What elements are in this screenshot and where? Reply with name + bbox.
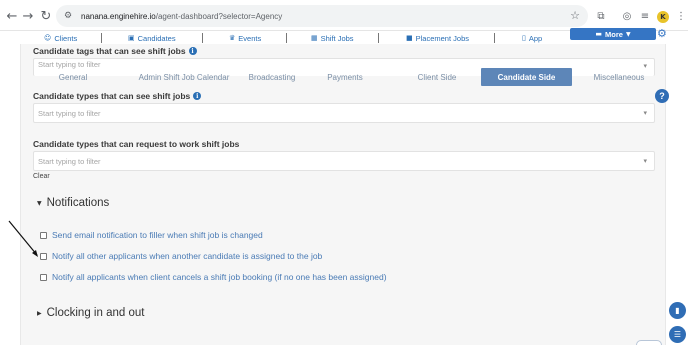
address-bar[interactable]: ⚙ nanana.enginehire.io/agent-dashboard?s… [56, 5, 588, 27]
nav-divider [286, 33, 287, 43]
tab-broadcasting[interactable]: Broadcasting [227, 68, 317, 86]
more-menu-button[interactable]: ▬ More ▼ [570, 28, 656, 40]
types-request-filter-input[interactable]: Start typing to filter ▾ [33, 151, 655, 171]
notify-other-applicants-label[interactable]: Notify all other applicants when another… [52, 251, 322, 261]
nav-divider [202, 33, 203, 43]
tab-miscellaneous[interactable]: Miscellaneous [585, 68, 653, 86]
clients-icon: ☺ [44, 34, 52, 42]
nav-label: Clients [54, 33, 78, 43]
notify-other-applicants-option[interactable]: Notify all other applicants when another… [40, 251, 322, 261]
nav-app[interactable]: ▯ App [522, 31, 542, 45]
types-see-section-label: Candidate types that can see shift jobs … [33, 91, 202, 101]
nav-divider [101, 33, 102, 43]
back-arrow-icon[interactable]: ← [4, 8, 20, 24]
types-request-section-label: Candidate types that can request to work… [33, 139, 239, 149]
clear-button[interactable]: Clear [33, 173, 50, 180]
reload-icon[interactable]: ↻ [38, 8, 54, 24]
nav-divider [494, 33, 495, 43]
nav-shift-jobs[interactable]: ▦ Shift Jobs [311, 31, 354, 45]
nav-divider [378, 33, 379, 43]
calendar-icon: ▦ [311, 34, 318, 42]
forward-arrow-icon[interactable]: → [20, 8, 36, 24]
nav-label: Events [238, 33, 262, 43]
tab-candidate-side[interactable]: Candidate Side [481, 68, 572, 86]
info-icon[interactable]: i [188, 47, 197, 55]
notify-client-cancel-label[interactable]: Notify all applicants when client cancel… [52, 272, 387, 282]
nav-label: Placement Jobs [415, 33, 469, 43]
notify-filler-checkbox[interactable] [40, 231, 47, 239]
chevron-down-icon[interactable]: ▾ [643, 109, 647, 117]
types-request-label-text: Candidate types that can request to work… [33, 139, 240, 149]
types-see-filter-placeholder: Start typing to filter [38, 108, 101, 118]
types-see-label-text: Candidate types that can see shift jobs [33, 91, 191, 101]
chevron-down-icon[interactable]: ▾ [643, 157, 647, 165]
nav-candidates[interactable]: ▣ Candidates [128, 31, 176, 45]
nav-events[interactable]: ♛ Events [229, 31, 261, 45]
notify-filler-option[interactable]: Send email notification to filler when s… [40, 230, 263, 240]
gear-icon[interactable]: ⚙ [657, 27, 667, 40]
clocking-toggle[interactable]: ▶ Clocking in and out [37, 307, 144, 319]
avatar-letter: K [657, 11, 669, 23]
notify-client-cancel-checkbox[interactable] [40, 273, 47, 281]
nav-placement-jobs[interactable]: ■ Placement Jobs [406, 31, 469, 45]
extension-icon[interactable]: ◎ [620, 9, 634, 23]
notify-client-cancel-option[interactable]: Notify all applicants when client cancel… [40, 272, 387, 282]
settings-panel: Candidate tags that can see shift jobs i… [20, 44, 666, 345]
nav-label: App [528, 33, 543, 43]
kebab-menu-icon[interactable]: ⋮ [674, 9, 688, 23]
notifications-title: Notifications [46, 197, 110, 209]
tab-client-side[interactable]: Client Side [405, 68, 469, 86]
url-host: nanana.enginehire.io [81, 11, 156, 21]
notify-other-applicants-checkbox[interactable] [40, 252, 47, 260]
caret-down-icon: ▼ [37, 199, 42, 207]
tags-label-text: Candidate tags that can see shift jobs [33, 46, 186, 56]
caret-right-icon: ▶ [37, 309, 42, 317]
clocking-title: Clocking in and out [46, 307, 145, 319]
chat-icon: ▬ [595, 30, 603, 38]
notify-filler-label[interactable]: Send email notification to filler when s… [52, 230, 263, 240]
settings-tabs: General Admin Shift Job Calendar Broadca… [35, 68, 667, 86]
phone-icon: ▯ [522, 34, 526, 42]
more-label: More [605, 29, 623, 39]
bookmark-star-icon[interactable]: ☆ [570, 9, 580, 22]
briefcase-icon: ■ [406, 34, 413, 42]
media-icon[interactable]: ≡ [638, 9, 652, 23]
help-button[interactable]: ? [655, 89, 669, 103]
types-see-filter-input[interactable]: Start typing to filter ▾ [33, 103, 655, 123]
caret-down-icon: ▼ [625, 30, 631, 38]
profile-avatar[interactable]: K [656, 10, 670, 24]
types-request-filter-placeholder: Start typing to filter [38, 156, 101, 166]
nav-label: Candidates [137, 33, 176, 43]
extension-puzzle-icon[interactable]: ⧉ [594, 9, 608, 23]
checklist-icon[interactable]: ☰ [669, 326, 686, 343]
url-path: /agent-dashboard?selector=Agency [155, 11, 283, 21]
candidates-icon: ▣ [128, 34, 135, 42]
bottom-pill-button[interactable] [636, 340, 662, 345]
info-icon[interactable]: i [193, 92, 202, 100]
notifications-toggle[interactable]: ▼ Notifications [37, 197, 109, 209]
book-icon[interactable]: ▮ [669, 302, 686, 319]
tab-general[interactable]: General [35, 68, 111, 86]
tags-section-label: Candidate tags that can see shift jobs i [33, 46, 197, 56]
site-settings-icon[interactable]: ⚙ [64, 11, 74, 21]
tab-payments[interactable]: Payments [315, 68, 375, 86]
trophy-icon: ♛ [229, 34, 236, 42]
nav-label: Shift Jobs [320, 33, 354, 43]
browser-toolbar: ← → ↻ ⚙ nanana.enginehire.io/agent-dashb… [0, 0, 688, 31]
nav-clients[interactable]: ☺ Clients [44, 31, 77, 45]
